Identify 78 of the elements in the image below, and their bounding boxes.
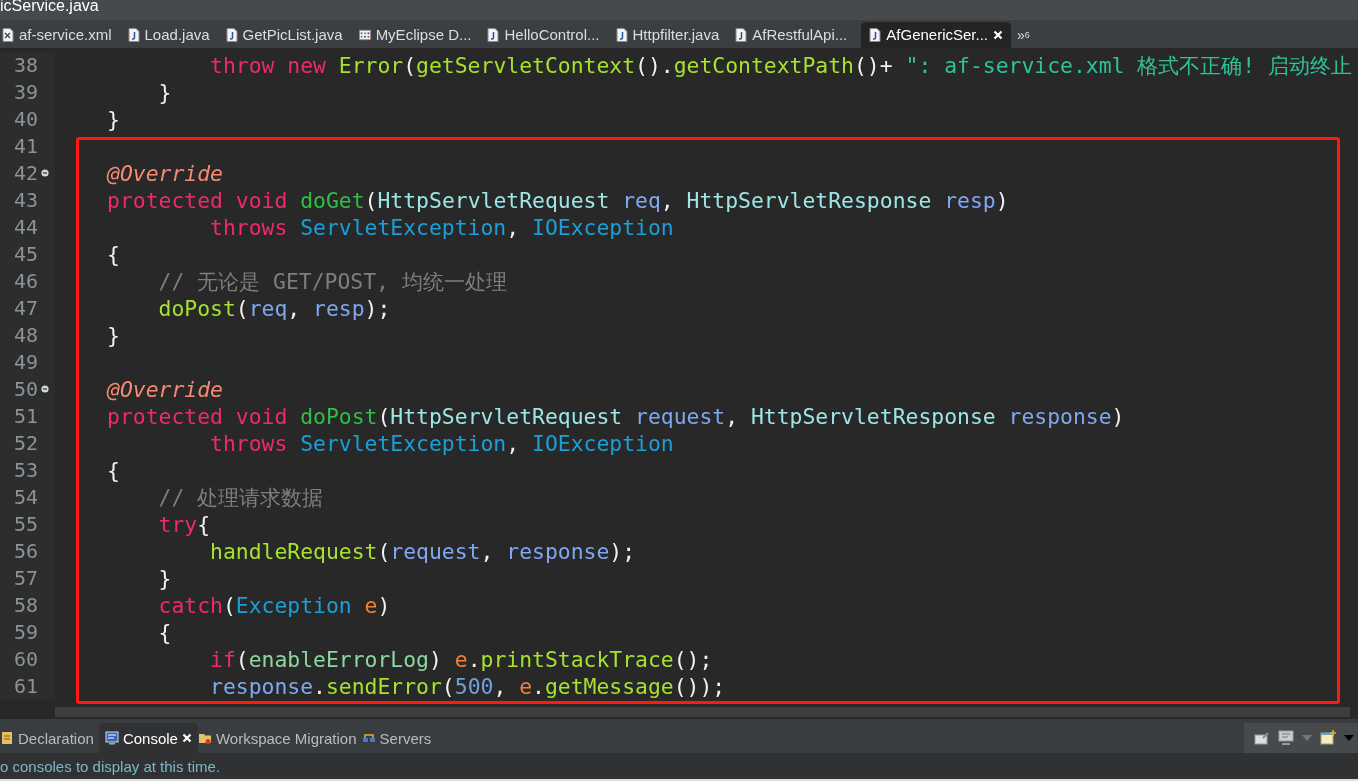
line-number: 53 — [14, 458, 40, 483]
panel-tab[interactable]: Servers — [361, 723, 437, 753]
folder-icon — [197, 731, 212, 745]
line-number: 52 — [14, 431, 40, 456]
line-number: 50 — [14, 377, 40, 402]
java-file-icon — [615, 27, 628, 42]
line-number: 55 — [14, 512, 40, 537]
close-icon[interactable] — [181, 733, 192, 743]
line-number: 56 — [14, 539, 40, 564]
panel-tab[interactable]: Workspace Migration — [197, 723, 362, 753]
code-line: } — [157, 79, 172, 105]
line-number: 61 — [14, 674, 40, 699]
grid-icon — [358, 27, 371, 42]
line-number: 47 — [14, 296, 40, 321]
line-number: 46 — [14, 269, 40, 294]
pin-icon[interactable] — [1254, 730, 1270, 746]
code-line: // 处理请求数据 — [157, 483, 324, 512]
java-file-icon — [487, 27, 500, 42]
line-number: 58 — [14, 593, 40, 618]
java-file-icon — [735, 27, 748, 42]
editor-tab[interactable]: MyEclipse D... — [356, 21, 486, 48]
console-message: o consoles to display at this time. — [0, 757, 221, 775]
editor-tab[interactable]: AfGenericSer... — [861, 21, 1011, 48]
editor-tab[interactable]: HelloControl... — [485, 21, 614, 48]
servers-icon — [361, 731, 376, 745]
code-line: if(enableErrorLog) e.printStackTrace(); — [209, 646, 713, 672]
editor-tab[interactable]: AfRestfulApi... — [733, 21, 862, 48]
fold-icon[interactable] — [41, 385, 49, 394]
line-number: 43 — [14, 188, 40, 213]
editor-tab[interactable]: af-service.xml — [0, 21, 126, 48]
code-line: } — [106, 322, 120, 348]
line-number: 54 — [14, 485, 40, 510]
line-number: 59 — [14, 620, 40, 645]
line-number: 41 — [14, 134, 40, 159]
document-icon — [0, 731, 14, 745]
code-line: { — [157, 619, 172, 645]
line-number: 60 — [14, 647, 40, 672]
line-number: 38 — [14, 53, 40, 78]
panel-tab[interactable]: Declaration — [0, 723, 99, 753]
line-number: 44 — [14, 215, 40, 240]
editor-tab[interactable]: GetPicList.java — [223, 21, 357, 48]
line-number: 42 — [14, 161, 40, 186]
panel-tab[interactable]: Console — [98, 723, 198, 753]
monitor-icon[interactable] — [1278, 730, 1294, 746]
line-number: 49 — [14, 350, 40, 375]
new-window-icon[interactable] — [1320, 730, 1336, 746]
line-number: 48 — [14, 323, 40, 348]
line-number: 51 — [14, 404, 40, 429]
code-line: } — [106, 106, 120, 132]
editor-tab[interactable]: Load.java — [125, 21, 224, 48]
console-icon — [104, 731, 119, 745]
line-number: 39 — [14, 80, 40, 105]
fold-icon[interactable] — [41, 169, 49, 178]
code-line: // 无论是 GET/POST, 均统一处理 — [157, 267, 507, 296]
line-number: 40 — [14, 107, 40, 132]
code-line: protected void doGet(HttpServletRequest req, HttpServletResponse resp) — [106, 187, 1009, 213]
code-line: throw new Error(getServletContext().getContextPath()+ ": af-service.xml 格式不正确! 启动终止 — [209, 51, 1353, 80]
java-file-icon — [127, 27, 140, 42]
editor-tab[interactable]: Httpfilter.java — [613, 21, 734, 48]
java-file-icon — [225, 27, 238, 42]
window-title: icService.java — [0, 0, 99, 15]
code-line: doPost(req, resp); — [157, 295, 391, 321]
code-line: @Override — [105, 376, 223, 402]
line-number: 57 — [14, 566, 40, 591]
code-line: @Override — [105, 160, 223, 186]
line-number: 45 — [14, 242, 40, 267]
code-line: throws ServletException, IOException — [209, 214, 674, 240]
code-line: handleRequest(request, response); — [209, 538, 636, 564]
code-line: response.sendError(500, e.getMessage()); — [209, 673, 726, 699]
code-line: { — [106, 241, 120, 267]
code-line: try{ — [157, 511, 211, 537]
code-line: throws ServletException, IOException — [209, 430, 674, 456]
java-file-icon — [869, 27, 882, 42]
code-line: } — [157, 565, 172, 591]
code-line: { — [106, 457, 120, 483]
close-icon[interactable] — [993, 29, 1003, 40]
code-line: catch(Exception e) — [157, 592, 391, 618]
code-line: protected void doPost(HttpServletRequest request, HttpServletResponse response) — [106, 403, 1125, 429]
